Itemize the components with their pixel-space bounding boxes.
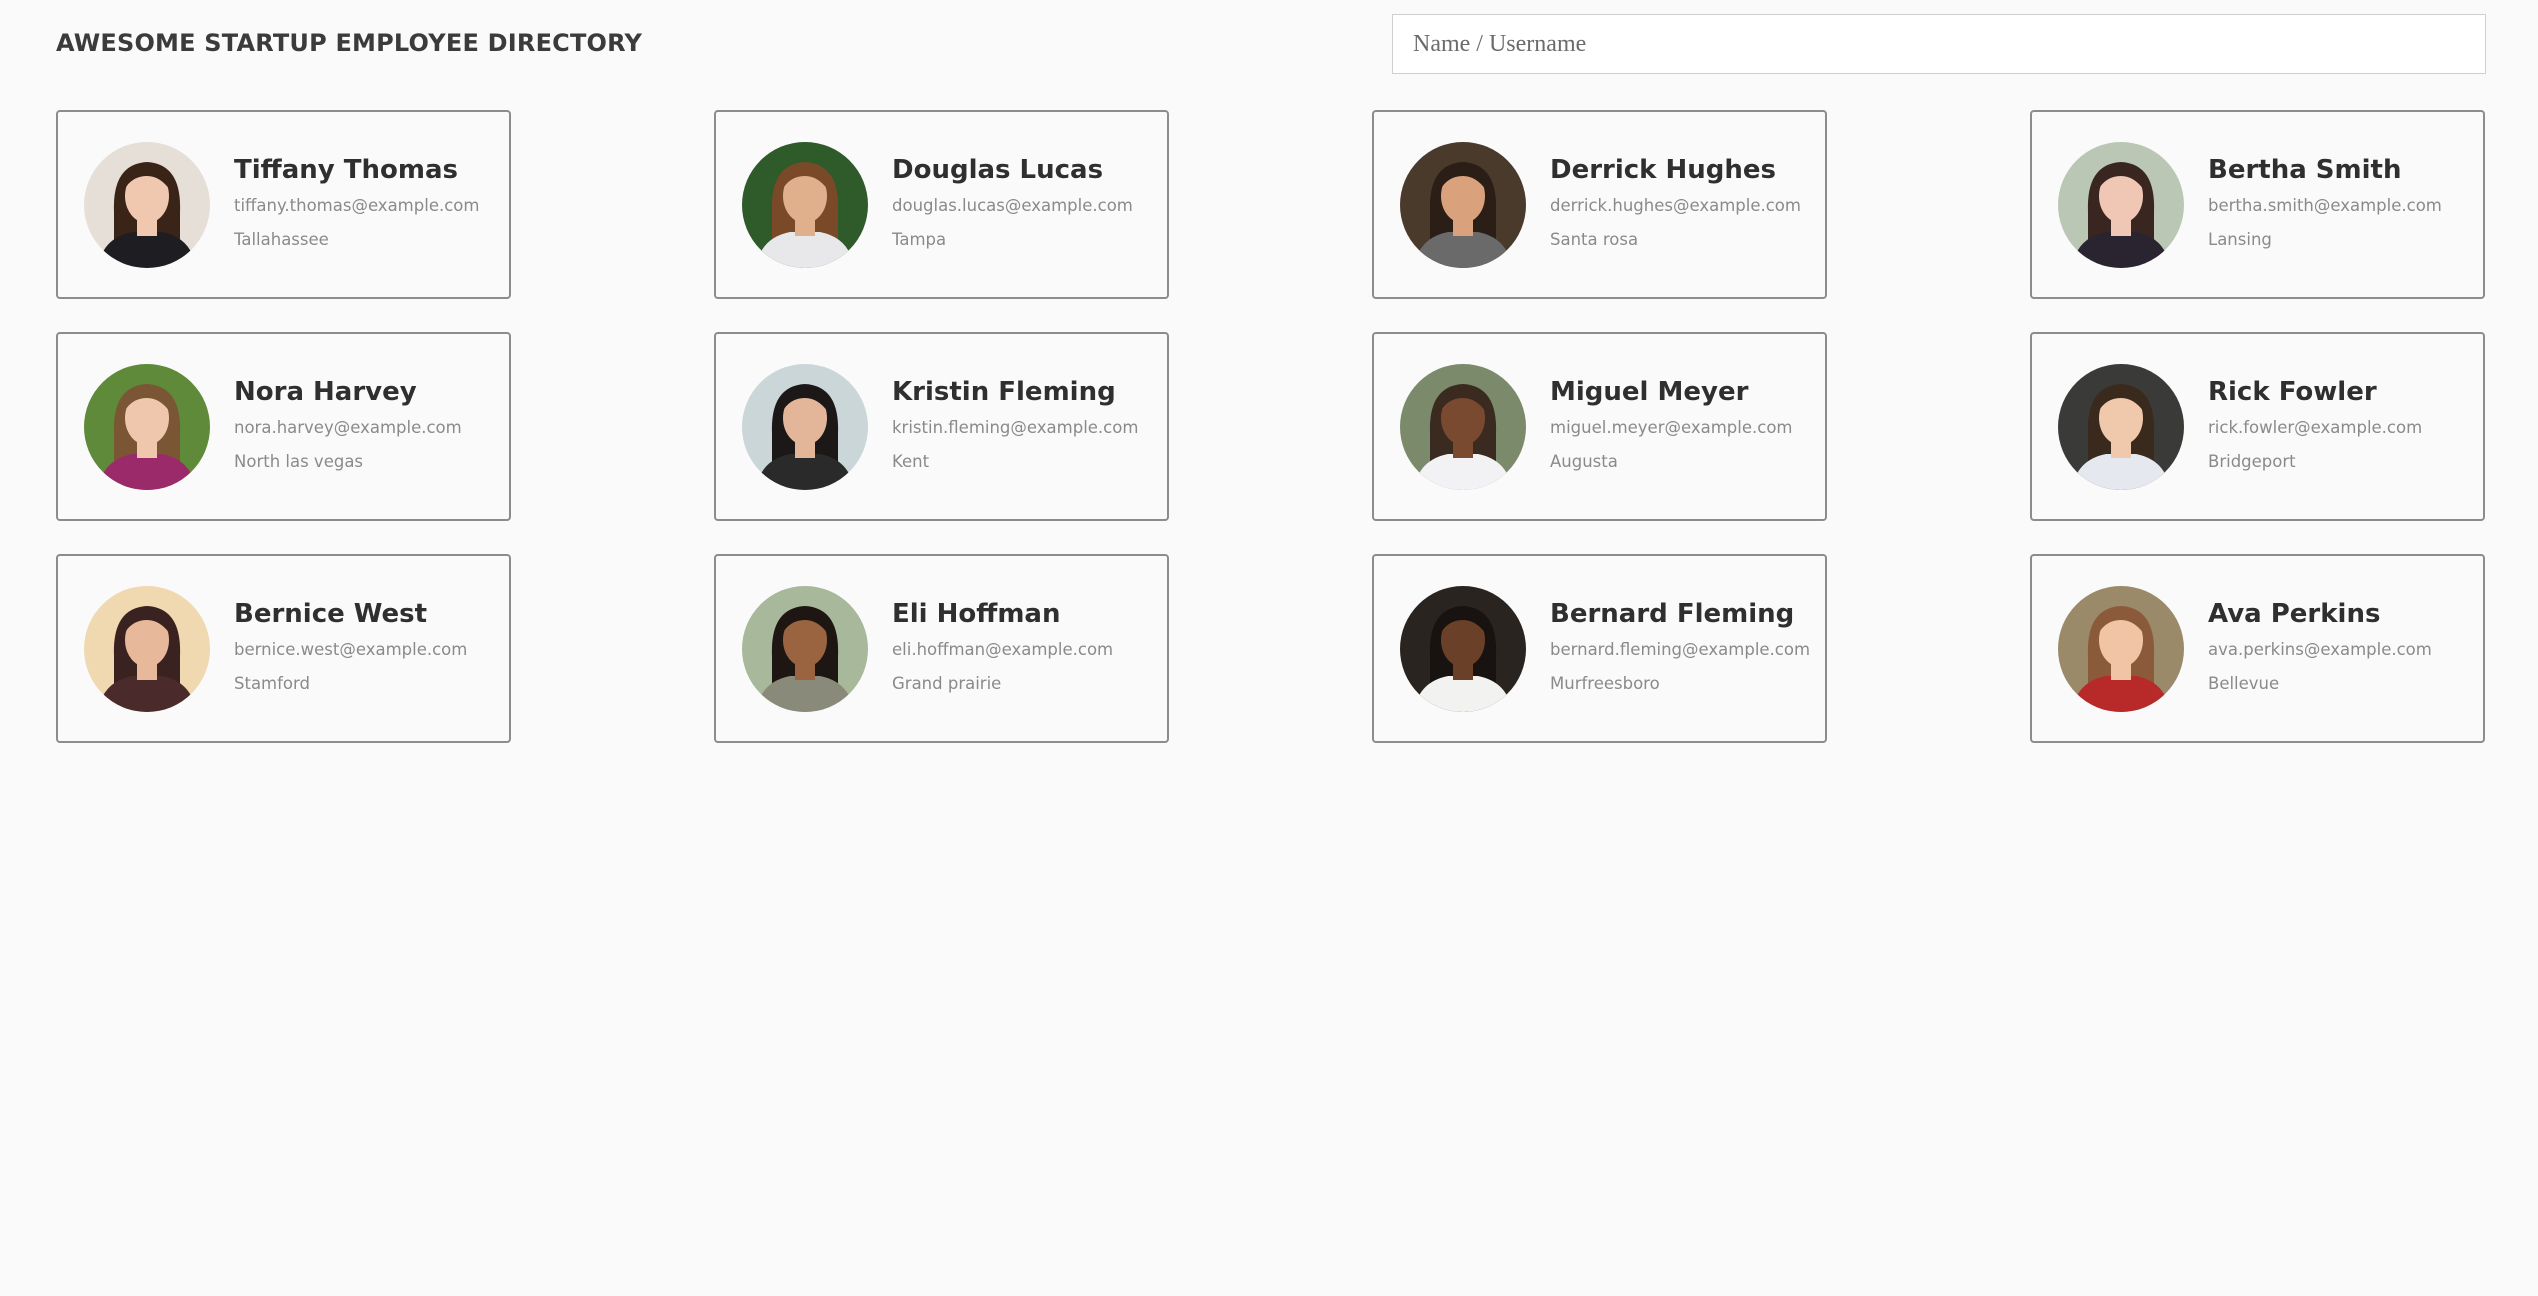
- employee-card[interactable]: Bernard Fleming bernard.fleming@example.…: [1372, 554, 1827, 743]
- employee-photo: [1400, 364, 1526, 490]
- employee-city: Murfreesboro: [1550, 674, 1660, 693]
- avatar: [2058, 586, 2184, 712]
- employee-name: Nora Harvey: [234, 377, 417, 407]
- employee-card[interactable]: Derrick Hughes derrick.hughes@example.co…: [1372, 110, 1827, 299]
- employee-name: Kristin Fleming: [892, 377, 1116, 407]
- employee-email: ava.perkins@example.com: [2208, 640, 2432, 659]
- employee-card[interactable]: Miguel Meyer miguel.meyer@example.com Au…: [1372, 332, 1827, 521]
- employee-city: Lansing: [2208, 230, 2272, 249]
- employee-card[interactable]: Rick Fowler rick.fowler@example.com Brid…: [2030, 332, 2485, 521]
- employee-card[interactable]: Kristin Fleming kristin.fleming@example.…: [714, 332, 1169, 521]
- employee-card[interactable]: Bernice West bernice.west@example.com St…: [56, 554, 511, 743]
- search-input[interactable]: [1392, 14, 2486, 74]
- employee-city: Tallahassee: [234, 230, 329, 249]
- employee-name: Tiffany Thomas: [234, 155, 458, 185]
- employee-name: Bertha Smith: [2208, 155, 2402, 185]
- employee-email: bernice.west@example.com: [234, 640, 468, 659]
- employee-city: Grand prairie: [892, 674, 1002, 693]
- avatar: [1400, 364, 1526, 490]
- employee-name: Rick Fowler: [2208, 377, 2377, 407]
- employee-city: North las vegas: [234, 452, 364, 471]
- avatar: [1400, 142, 1526, 268]
- employee-photo: [2058, 586, 2184, 712]
- employee-city: Bellevue: [2208, 674, 2280, 693]
- employee-city: Augusta: [1550, 452, 1618, 471]
- employee-photo: [2058, 142, 2184, 268]
- employee-email: miguel.meyer@example.com: [1550, 418, 1793, 437]
- employee-photo: [2058, 364, 2184, 490]
- avatar: [742, 142, 868, 268]
- employee-card[interactable]: Douglas Lucas douglas.lucas@example.com …: [714, 110, 1169, 299]
- employee-email: bernard.fleming@example.com: [1550, 640, 1811, 659]
- avatar: [1400, 586, 1526, 712]
- avatar: [84, 586, 210, 712]
- avatar: [84, 364, 210, 490]
- employee-email: nora.harvey@example.com: [234, 418, 462, 437]
- employee-card[interactable]: Eli Hoffman eli.hoffman@example.com Gran…: [714, 554, 1169, 743]
- employee-name: Bernice West: [234, 599, 428, 629]
- employee-name: Bernard Fleming: [1550, 599, 1795, 629]
- avatar: [742, 586, 868, 712]
- employee-name: Miguel Meyer: [1550, 377, 1749, 407]
- employee-name: Eli Hoffman: [892, 599, 1061, 629]
- employee-email: derrick.hughes@example.com: [1550, 196, 1801, 215]
- employee-email: bertha.smith@example.com: [2208, 196, 2442, 215]
- employee-email: douglas.lucas@example.com: [892, 196, 1133, 215]
- employee-photo: [742, 142, 868, 268]
- employee-card[interactable]: Tiffany Thomas tiffany.thomas@example.co…: [56, 110, 511, 299]
- employee-photo: [84, 364, 210, 490]
- avatar: [2058, 142, 2184, 268]
- avatar: [742, 364, 868, 490]
- app-header: AWESOME STARTUP EMPLOYEE DIRECTORY: [56, 14, 2486, 74]
- employee-photo: [84, 142, 210, 268]
- employee-photo: [84, 586, 210, 712]
- employee-city: Bridgeport: [2208, 452, 2296, 471]
- employee-city: Tampa: [892, 230, 947, 249]
- employee-email: eli.hoffman@example.com: [892, 640, 1114, 659]
- employee-card[interactable]: Bertha Smith bertha.smith@example.com La…: [2030, 110, 2485, 299]
- employee-email: kristin.fleming@example.com: [892, 418, 1139, 437]
- employee-city: Kent: [892, 452, 930, 471]
- employee-email: tiffany.thomas@example.com: [234, 196, 480, 215]
- employee-name: Ava Perkins: [2208, 599, 2381, 629]
- page-title: AWESOME STARTUP EMPLOYEE DIRECTORY: [56, 29, 643, 57]
- employee-city: Santa rosa: [1550, 230, 1639, 249]
- employee-card[interactable]: Nora Harvey nora.harvey@example.com Nort…: [56, 332, 511, 521]
- employee-name: Derrick Hughes: [1550, 155, 1777, 185]
- employee-card[interactable]: Ava Perkins ava.perkins@example.com Bell…: [2030, 554, 2485, 743]
- employee-photo: [742, 586, 868, 712]
- employee-photo: [1400, 586, 1526, 712]
- employee-grid: Tiffany Thomas tiffany.thomas@example.co…: [56, 110, 2486, 743]
- avatar: [84, 142, 210, 268]
- employee-photo: [742, 364, 868, 490]
- employee-photo: [1400, 142, 1526, 268]
- employee-city: Stamford: [234, 674, 310, 693]
- employee-email: rick.fowler@example.com: [2208, 418, 2423, 437]
- avatar: [2058, 364, 2184, 490]
- employee-name: Douglas Lucas: [892, 155, 1104, 185]
